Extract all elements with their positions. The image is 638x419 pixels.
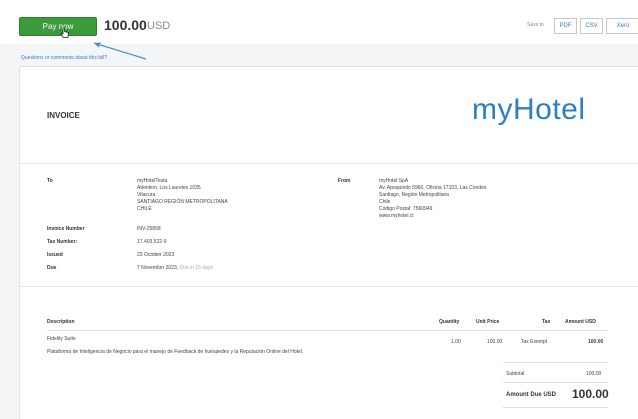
to-line: myHotelTesta [137,178,168,184]
invoice-title: INVOICE [47,111,80,120]
invoice-document: INVOICE myHotel To myHotelTesta Attentio… [19,66,638,419]
total-amount: 100.00 [104,17,147,33]
item-unit-price: 100.00 [487,339,503,345]
item-amount: 100.00 [588,339,604,345]
amount-due-label: Amount Due USD [506,392,556,398]
from-line: Chile [379,199,391,205]
item-description: Plataforma de Inteligencia de Negocio pa… [47,349,304,355]
from-line: Santiago, Región Metropolitana [379,192,450,198]
top-bar: Pay now 100.00 USD Save to PDF CSV Xero [0,0,638,44]
item-tax: Tax Exempt [521,339,548,345]
hand-cursor-icon [60,27,69,38]
col-quantity: Quantity [439,319,460,325]
item-name: Fidelity Suite [47,336,76,342]
questions-link[interactable]: Questions or comments about this bill? [21,55,107,61]
from-line: Código Postal: 7560949 [379,206,433,212]
tax-number-label: Tax Number: [47,239,78,245]
amount-due-value: 100.00 [572,387,609,401]
item-quantity: 1.00 [451,339,461,345]
col-tax: Tax [542,319,551,325]
to-line: CHILE [137,206,152,212]
myhotel-logo: myHotel [472,93,586,126]
invoice-number-label: Invoice Number [47,226,85,232]
to-line: Vitacura [137,192,156,198]
from-address: myHotel SpA Av. Apoquindo 5960, Oficina … [379,178,486,220]
currency-code: USD [147,20,171,32]
export-csv-button[interactable]: CSV [580,18,603,34]
to-address: myHotelTesta Attention: Los Laureles 103… [137,178,228,213]
save-to-label: Save to [527,22,544,28]
due-label: Due [47,265,57,271]
tax-number-value: 17.403.522-9 [137,239,167,245]
col-amount: Amount USD [565,319,596,325]
from-line: www.myhotel.cl [379,213,414,219]
from-line: myHotel SpA [379,178,409,184]
from-line: Av. Apoquindo 5960, Oficina 17103, Las C… [379,185,487,191]
to-label: To [47,178,53,184]
to-line: Attention: Los Laureles 1035 [137,185,201,191]
export-pdf-button[interactable]: PDF [554,18,577,34]
pay-now-button[interactable]: Pay now [19,17,97,36]
due-note: Due in 15 days [179,265,213,271]
issued-label: Issued [47,252,63,258]
subtotal-value: 100.00 [586,371,602,377]
col-unit-price: Unit Price [476,319,500,325]
invoice-number-value: INV-25858 [137,226,161,232]
from-label: From [338,178,351,184]
export-xero-button[interactable]: Xero [606,18,638,34]
issued-value: 23 October 2023 [137,252,175,258]
due-date: 7 November 2023, [137,265,179,271]
due-value: 7 November 2023, Due in 15 days [137,265,213,272]
subtotal-label: Subtotal [506,371,525,377]
to-line: SANTIAGO REGIÓN METROPOLITANA [137,199,228,205]
col-description: Description [47,319,75,325]
